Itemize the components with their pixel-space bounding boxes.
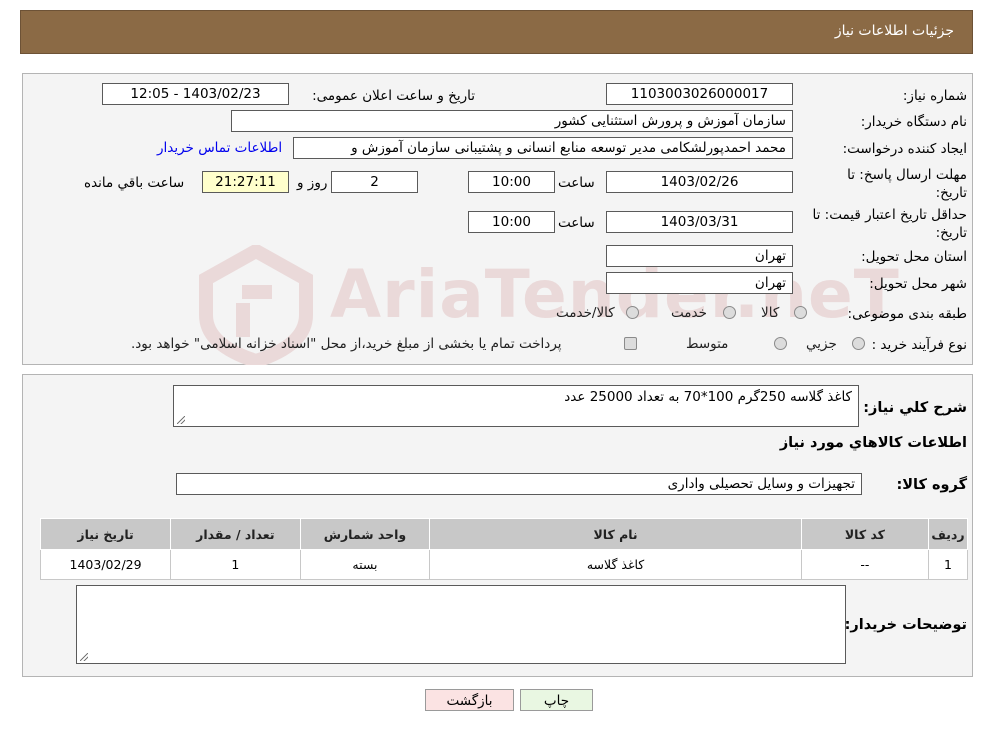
- goods-info-title: اطلاعات کالاهاي مورد نياز: [779, 435, 967, 451]
- need-number-label: شماره نیاز:: [902, 88, 967, 104]
- province-field: تهران: [606, 245, 793, 267]
- deadline-label-date: تاریخ:: [935, 185, 967, 201]
- goods-table-header: رديف کد کالا نام کالا واحد شمارش تعداد /…: [39, 518, 968, 550]
- buyer-contact-link[interactable]: اطلاعات تماس خریدار: [157, 140, 282, 156]
- category-service-label: خدمت: [671, 305, 707, 321]
- announce-datetime-label: تاریخ و ساعت اعلان عمومی:: [312, 88, 475, 104]
- buyer-org-field: سازمان آموزش و پرورش استثنایی کشور: [231, 110, 793, 132]
- deadline-time-field: 10:00: [468, 171, 555, 193]
- announce-datetime-field: 1403/02/23 - 12:05: [102, 83, 289, 105]
- print-button[interactable]: چاپ: [520, 689, 593, 711]
- category-goods-label: کالا: [761, 305, 780, 321]
- buyer-org-label: نام دستگاه خریدار:: [860, 114, 967, 130]
- page-header: جزئیات اطلاعات نیاز: [20, 10, 973, 54]
- category-goods-radio[interactable]: [794, 306, 807, 319]
- city-label: شهر محل تحویل:: [869, 276, 967, 292]
- back-button[interactable]: بازگشت: [425, 689, 514, 711]
- remaining-time-field: 21:27:11: [202, 171, 289, 193]
- city-field: تهران: [606, 272, 793, 294]
- cell-unit: بسته: [299, 549, 431, 580]
- validity-date-field: 1403/03/31: [606, 211, 793, 233]
- description-text: کاغذ گلاسه 250گرم 100*70 به تعداد 25000 …: [564, 389, 852, 405]
- page-title: جزئیات اطلاعات نیاز: [834, 23, 954, 39]
- purchase-medium-label: متوسط: [686, 336, 729, 352]
- goods-group-field: تجهیزات و وسایل تحصیلی واداری: [176, 473, 862, 495]
- need-number-field: 1103003026000017: [606, 83, 793, 105]
- goods-table: رديف کد کالا نام کالا واحد شمارش تعداد /…: [39, 518, 968, 580]
- resize-handle-icon: [80, 653, 88, 661]
- col-name: نام کالا: [429, 518, 802, 550]
- purchase-minor-radio[interactable]: [852, 337, 865, 350]
- col-code: کد کالا: [800, 518, 930, 550]
- table-row: 1 -- کاغذ گلاسه بسته 1 1403/02/29: [39, 549, 968, 580]
- description-field: کاغذ گلاسه 250گرم 100*70 به تعداد 25000 …: [173, 385, 859, 427]
- deadline-label: مهلت ارسال پاسخ: تا: [847, 167, 967, 183]
- treasury-note: پرداخت تمام یا بخشی از مبلغ خرید،از محل …: [131, 336, 562, 352]
- remaining-time-label: ساعت باقي مانده: [84, 175, 185, 191]
- cell-qty: 1: [170, 549, 301, 580]
- cell-row: 1: [928, 549, 968, 580]
- col-unit: واحد شمارش: [299, 518, 431, 550]
- deadline-time-label: ساعت: [558, 175, 595, 191]
- category-goods-service-label: کالا/خدمت: [556, 305, 615, 321]
- days-remaining-field: 2: [331, 171, 418, 193]
- category-service-radio[interactable]: [723, 306, 736, 319]
- buyer-notes-field: [76, 585, 846, 664]
- resize-handle-icon: [177, 416, 185, 424]
- category-goods-service-radio[interactable]: [626, 306, 639, 319]
- purchase-type-label: نوع فرآیند خرید :: [871, 337, 967, 353]
- deadline-date-field: 1403/02/26: [606, 171, 793, 193]
- cell-code: --: [800, 549, 930, 580]
- cell-name: کاغذ گلاسه: [429, 549, 802, 580]
- purchase-minor-label: جزيي: [806, 336, 837, 352]
- days-label: روز و: [297, 175, 328, 191]
- col-row: رديف: [928, 518, 968, 550]
- validity-label: حداقل تاریخ اعتبار قیمت: تا: [812, 207, 967, 223]
- creator-field: محمد احمدپورلشکامی مدیر توسعه منابع انسا…: [293, 137, 793, 159]
- cell-date: 1403/02/29: [39, 549, 172, 580]
- col-qty: تعداد / مقدار: [170, 518, 301, 550]
- treasury-checkbox[interactable]: [624, 337, 637, 350]
- goods-group-label: گروه کالا:: [896, 477, 967, 493]
- category-label: طبقه بندی موضوعی:: [847, 306, 967, 322]
- validity-time-field: 10:00: [468, 211, 555, 233]
- creator-label: ایجاد کننده درخواست:: [842, 141, 967, 157]
- description-label: شرح کلي نياز:: [863, 400, 967, 416]
- buyer-notes-label: توضیحات خریدار:: [844, 617, 967, 633]
- validity-time-label: ساعت: [558, 215, 595, 231]
- col-date: تاریخ نیاز: [39, 518, 172, 550]
- purchase-medium-radio[interactable]: [774, 337, 787, 350]
- province-label: استان محل تحویل:: [861, 249, 967, 265]
- validity-label-date: تاریخ:: [935, 225, 967, 241]
- watermark-text: AriaTender.neT: [330, 256, 900, 333]
